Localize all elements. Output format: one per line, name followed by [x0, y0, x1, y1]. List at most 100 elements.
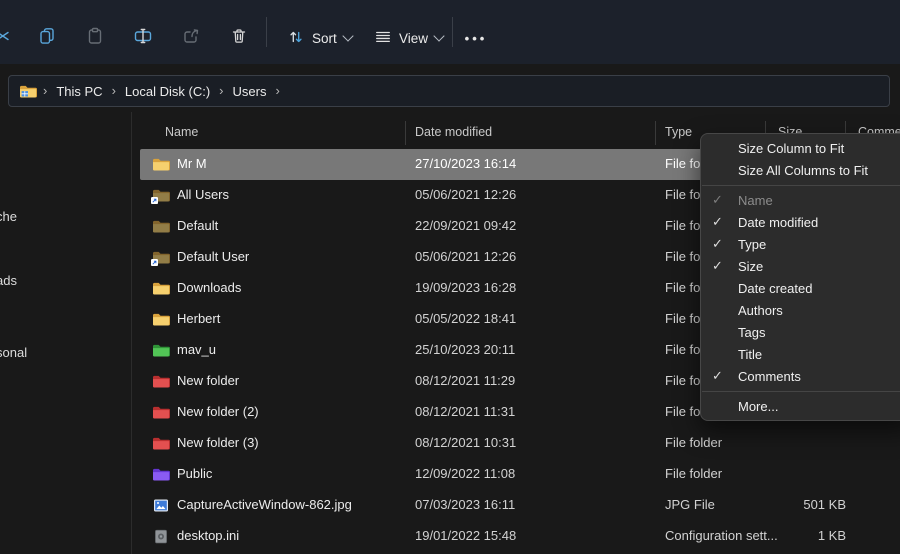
cut-button[interactable]	[0, 20, 20, 56]
sidebar-item[interactable]: sonal	[0, 345, 27, 360]
chevron-down-icon	[433, 30, 444, 41]
file-date-modified: 27/10/2023 16:14	[415, 156, 516, 171]
file-name: Downloads	[177, 280, 241, 295]
folder-yellow-icon	[152, 157, 170, 172]
file-type: File folder	[665, 435, 722, 450]
file-type: File folder	[665, 466, 722, 481]
folder-yellow-icon	[152, 281, 170, 296]
column-resize-handle[interactable]	[405, 121, 406, 145]
file-name: Herbert	[177, 311, 220, 326]
breadcrumb: ›This PC›Local Disk (C:)›Users›	[41, 81, 282, 102]
column-header-type[interactable]: Type	[665, 125, 692, 139]
folder-green-icon	[152, 343, 170, 358]
toolbar-separator	[452, 17, 453, 47]
sidebar-item[interactable]: ads	[0, 273, 17, 288]
file-name: All Users	[177, 187, 229, 202]
paste-button[interactable]	[77, 20, 113, 56]
menu-separator	[701, 387, 900, 395]
checkmark-icon: ✓	[712, 258, 723, 274]
file-date-modified: 08/12/2021 10:31	[415, 435, 516, 450]
delete-button[interactable]	[221, 20, 257, 56]
menu-item-name: ✓Name	[701, 189, 900, 211]
checkmark-icon: ✓	[712, 368, 723, 384]
menu-item-date-modified[interactable]: ✓ Date modified	[701, 211, 900, 233]
rename-icon	[133, 26, 153, 51]
paste-icon	[85, 26, 105, 51]
menu-item-more[interactable]: More...	[701, 395, 900, 417]
menu-item-label: More...	[738, 399, 778, 414]
rename-button[interactable]	[125, 20, 161, 56]
menu-item-title[interactable]: Title	[701, 343, 900, 365]
folder-yellow-dim-icon	[152, 219, 170, 234]
folder-yellow-shortcut-dim-icon	[152, 188, 170, 203]
breadcrumb-item[interactable]: This PC	[49, 81, 109, 102]
menu-item-label: Comments	[738, 369, 801, 384]
menu-item-label: Name	[738, 193, 773, 208]
see-more-button[interactable]: •••	[458, 20, 494, 56]
sort-button-label: Sort	[312, 31, 337, 46]
menu-item-label: Size All Columns to Fit	[738, 163, 868, 178]
file-size: 1 KB	[686, 528, 846, 543]
copy-button[interactable]	[29, 20, 65, 56]
menu-separator	[701, 181, 900, 189]
file-size: 501 KB	[686, 497, 846, 512]
file-name: CaptureActiveWindow-862.jpg	[177, 497, 352, 512]
file-date-modified: 19/09/2023 16:28	[415, 280, 516, 295]
menu-item-size[interactable]: ✓ Size	[701, 255, 900, 277]
breadcrumb-item[interactable]: Local Disk (C:)	[118, 81, 217, 102]
file-date-modified: 05/05/2022 18:41	[415, 311, 516, 326]
file-name: New folder (2)	[177, 404, 259, 419]
sidebar-divider	[131, 112, 132, 554]
column-header-name[interactable]: Name	[165, 125, 198, 139]
menu-item-label: Date modified	[738, 215, 818, 230]
menu-item-label: Date created	[738, 281, 812, 296]
checkmark-icon: ✓	[712, 214, 723, 230]
view-button-label: View	[399, 31, 428, 46]
file-date-modified: 07/03/2023 16:11	[415, 497, 515, 512]
file-name: Default User	[177, 249, 249, 264]
toolbar: Sort View •••	[0, 0, 900, 64]
address-bar[interactable]: ›This PC›Local Disk (C:)›Users›	[8, 75, 890, 107]
toolbar-separator	[266, 17, 267, 47]
column-resize-handle[interactable]	[655, 121, 656, 145]
image-file-icon	[152, 498, 170, 513]
chevron-down-icon	[342, 30, 353, 41]
breadcrumb-separator: ›	[273, 83, 281, 98]
view-button[interactable]: View	[365, 20, 452, 56]
breadcrumb-separator: ›	[41, 83, 49, 98]
menu-item-date-created[interactable]: Date created	[701, 277, 900, 299]
share-button[interactable]	[173, 20, 209, 56]
folder-red-icon	[152, 374, 170, 389]
users-folder-icon	[19, 84, 37, 99]
menu-item-comments[interactable]: ✓ Comments	[701, 365, 900, 387]
menu-item-label: Type	[738, 237, 766, 252]
folder-purple-icon	[152, 467, 170, 482]
menu-item-label: Size	[738, 259, 763, 274]
file-date-modified: 19/01/2022 15:48	[415, 528, 516, 543]
checkmark-icon: ✓	[712, 236, 723, 252]
menu-item-type[interactable]: ✓ Type	[701, 233, 900, 255]
more-icon: •••	[465, 31, 488, 46]
column-header-date-modified[interactable]: Date modified	[415, 125, 492, 139]
share-icon	[181, 26, 201, 51]
sort-button[interactable]: Sort	[278, 20, 361, 56]
config-file-icon	[152, 529, 170, 544]
menu-item-authors[interactable]: Authors	[701, 299, 900, 321]
file-date-modified: 08/12/2021 11:29	[415, 373, 515, 388]
file-date-modified: 12/09/2022 11:08	[415, 466, 515, 481]
file-row[interactable]: Public 12/09/2022 11:08 File folder	[140, 459, 898, 490]
menu-item-size-column-to-fit[interactable]: Size Column to Fit	[701, 137, 900, 159]
file-row[interactable]: desktop.ini19/01/2022 15:48Configuration…	[140, 521, 898, 552]
menu-item-label: Size Column to Fit	[738, 141, 844, 156]
menu-item-size-all-columns-to-fit[interactable]: Size All Columns to Fit	[701, 159, 900, 181]
breadcrumb-item[interactable]: Users	[226, 81, 274, 102]
sidebar-item[interactable]: che	[0, 209, 17, 224]
file-name: Public	[177, 466, 212, 481]
file-row[interactable]: CaptureActiveWindow-862.jpg 07/03/2023 16…	[140, 490, 898, 521]
file-row[interactable]: New folder (3)08/12/2021 10:31File folde…	[140, 428, 898, 459]
menu-item-label: Title	[738, 347, 762, 362]
menu-item-label: Tags	[738, 325, 765, 340]
folder-red-icon	[152, 405, 170, 420]
menu-item-tags[interactable]: Tags	[701, 321, 900, 343]
delete-icon	[229, 26, 249, 51]
